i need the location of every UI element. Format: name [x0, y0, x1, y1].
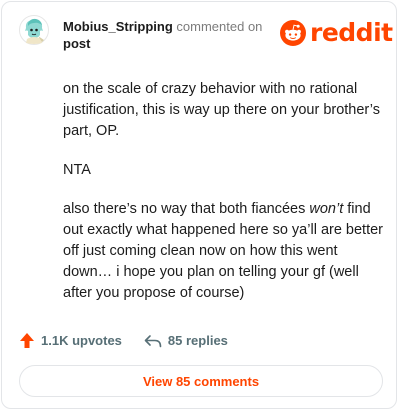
emphasis-text: won’t	[309, 201, 344, 217]
comment-card: Mobius_Stripping commented on post reddi…	[1, 1, 397, 409]
upvote-count: 1.1K upvotes	[41, 333, 122, 348]
paragraph-text: also there’s no way that both fiancées	[63, 201, 310, 217]
action-text: commented on	[176, 19, 263, 34]
post-link[interactable]: post	[63, 35, 273, 52]
reddit-alien-icon	[280, 20, 306, 46]
comment-header: Mobius_Stripping commented on post	[63, 18, 273, 52]
replies-count: 85 replies	[167, 333, 228, 348]
reply-arrow-icon	[144, 334, 162, 347]
view-comments-button[interactable]: View 85 comments	[19, 365, 383, 397]
avatar[interactable]	[19, 15, 49, 45]
comment-body: on the scale of crazy behavior with no r…	[63, 79, 385, 322]
upvote-arrow-icon	[20, 333, 34, 348]
comment-paragraph: NTA	[63, 162, 91, 178]
reddit-wordmark: reddit	[310, 18, 393, 47]
comment-stats: 1.1K upvotes 85 replies	[19, 332, 228, 349]
replies-button[interactable]: 85 replies	[144, 333, 228, 348]
username-link[interactable]: Mobius_Stripping	[63, 19, 173, 34]
comment-paragraph: on the scale of crazy behavior with no r…	[63, 81, 381, 139]
reddit-logo[interactable]: reddit	[280, 20, 393, 46]
comment-paragraph: also there’s no way that both fiancées w…	[63, 199, 385, 304]
upvote-button[interactable]: 1.1K upvotes	[19, 332, 122, 349]
